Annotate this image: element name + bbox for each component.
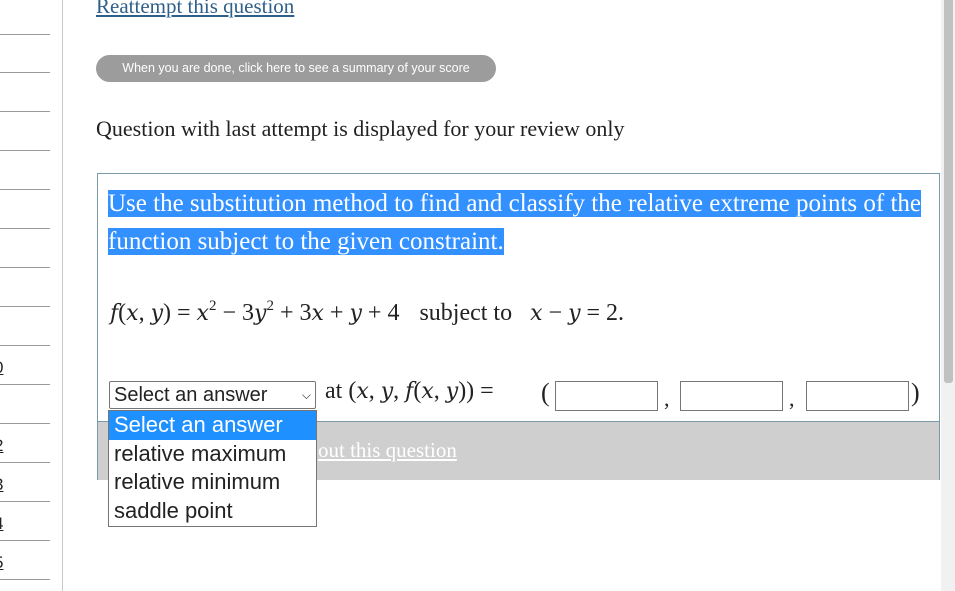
nav-divider	[0, 579, 50, 580]
nav-question-link[interactable]: 5	[0, 554, 6, 571]
nav-question-link[interactable]: 3	[0, 476, 6, 493]
nav-divider	[0, 189, 50, 190]
nav-divider	[0, 384, 50, 385]
f-value-input[interactable]	[806, 381, 909, 411]
comma: ,	[789, 386, 795, 411]
nav-divider	[0, 501, 50, 502]
question-prompt-text: Use the substitution method to find and …	[108, 190, 922, 255]
scrollbar-thumb[interactable]	[944, 0, 953, 383]
nav-divider	[0, 540, 50, 541]
chevron-down-icon: ⌵	[301, 388, 311, 402]
open-paren: (	[541, 378, 550, 407]
comma: ,	[664, 386, 670, 411]
dropdown-option[interactable]: relative minimum	[109, 468, 316, 497]
nav-divider	[0, 34, 50, 35]
classification-dropdown-list: Select an answer relative maximum relati…	[108, 410, 317, 527]
nav-divider	[0, 72, 50, 73]
nav-divider	[0, 345, 50, 346]
question-navigator: 0 2 3 4 5	[0, 0, 63, 591]
classification-select[interactable]: Select an answer ⌵	[109, 381, 316, 409]
score-summary-button[interactable]: When you are done, click here to see a s…	[96, 55, 496, 82]
dropdown-option[interactable]: relative maximum	[109, 440, 316, 469]
nav-divider	[0, 150, 50, 151]
nav-divider	[0, 267, 50, 268]
nav-divider	[0, 306, 50, 307]
classification-select-value: Select an answer	[114, 384, 268, 406]
y-coordinate-input[interactable]	[680, 381, 783, 411]
about-question-link[interactable]: out this question	[318, 438, 457, 463]
nav-question-link[interactable]: 2	[0, 437, 6, 454]
x-coordinate-input[interactable]	[555, 381, 658, 411]
close-paren: )	[911, 378, 920, 407]
nav-divider	[0, 423, 50, 424]
nav-question-link[interactable]: 0	[0, 359, 6, 376]
question-prompt: Use the substitution method to find and …	[108, 185, 938, 261]
nav-divider	[0, 462, 50, 463]
reattempt-link[interactable]: Reattempt this question	[96, 0, 294, 19]
subject-to-label: subject to	[419, 300, 513, 326]
dropdown-option[interactable]: saddle point	[109, 497, 316, 526]
nav-question-link[interactable]: 4	[0, 515, 6, 532]
dropdown-option[interactable]: Select an answer	[109, 411, 316, 440]
function-expression: f(x, y) = x2 − 3y2 + 3x + y + 4 subject t…	[110, 298, 625, 326]
nav-divider	[0, 111, 50, 112]
nav-divider	[0, 228, 50, 229]
review-note: Question with last attempt is displayed …	[96, 116, 625, 141]
point-expression: at (x, y, f(x, y)) =	[325, 378, 494, 404]
